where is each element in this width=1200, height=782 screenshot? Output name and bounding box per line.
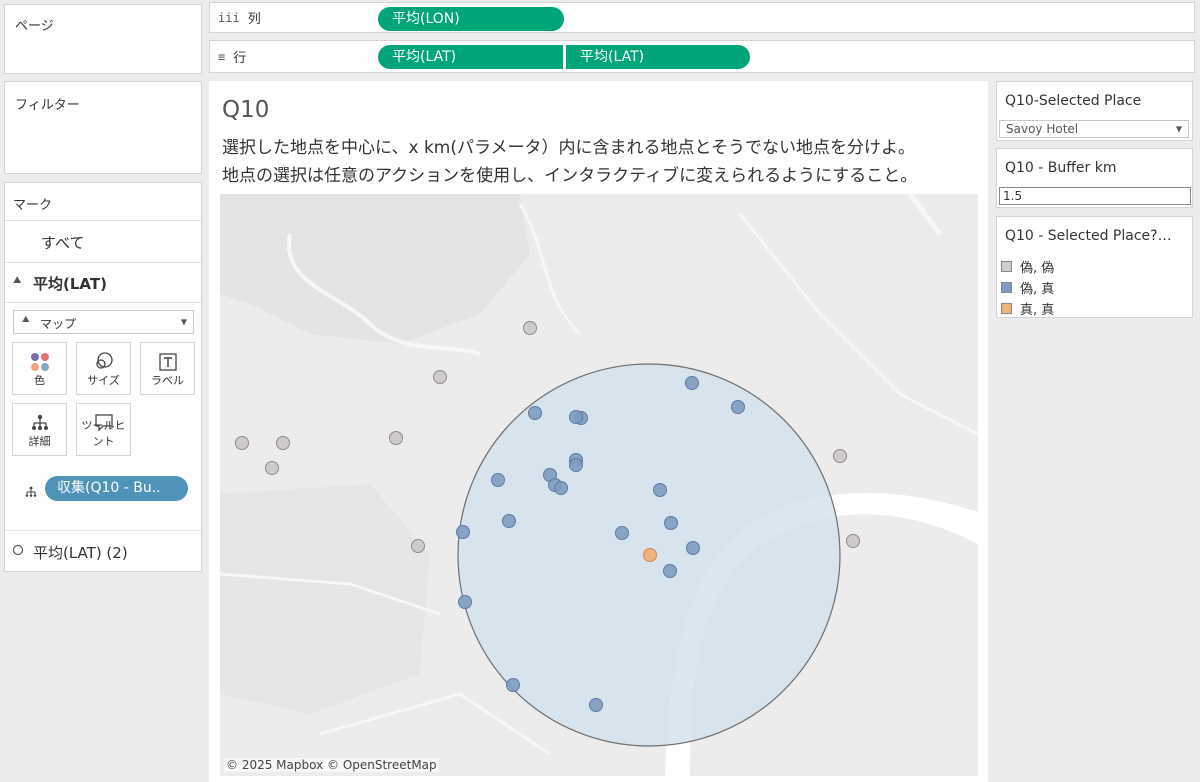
map-point-in-buffer[interactable] — [458, 595, 472, 609]
map-point-in-buffer[interactable] — [663, 564, 677, 578]
columns-label: 列 — [247, 12, 261, 27]
map-point-in-buffer[interactable] — [685, 376, 699, 390]
map-point-in-buffer[interactable] — [589, 698, 603, 712]
detail-button[interactable]: 詳細 — [12, 403, 67, 456]
map-point-in-buffer[interactable] — [664, 516, 678, 530]
map-point-outside[interactable] — [833, 449, 847, 463]
buffer-title: Q10 - Buffer km — [1005, 160, 1117, 176]
marks-all-label: すべて — [41, 234, 85, 252]
legend-label: 真, 真 — [1020, 303, 1055, 318]
color-button[interactable]: 色 — [12, 342, 67, 395]
text-label-icon — [141, 351, 194, 373]
columns-pill-lon[interactable]: 平均(LON) — [378, 7, 564, 31]
description-line-2: 地点の選択は任意のアクションを使用し、インタラクティブに変えられるようにすること… — [222, 166, 918, 186]
map-point-in-buffer[interactable] — [502, 514, 516, 528]
description-line-1: 選択した地点を中心に、x km(パラメータ）内に含まれる地点とそうでない地点を分… — [222, 138, 915, 158]
tooltip-button[interactable]: ツールヒント — [76, 403, 131, 456]
detail-button-label: 詳細 — [28, 435, 51, 448]
columns-icon: iii — [218, 10, 240, 25]
map-point-outside[interactable] — [411, 539, 425, 553]
chevron-down-icon: ▼ — [180, 317, 187, 327]
map-point-outside[interactable] — [523, 321, 537, 335]
map-point-in-buffer[interactable] — [554, 481, 568, 495]
map-point-in-buffer[interactable] — [569, 458, 583, 472]
legend-label: 偽, 偽 — [1020, 261, 1055, 276]
map-point-outside[interactable] — [265, 461, 279, 475]
map-point-outside[interactable] — [433, 370, 447, 384]
map-attribution: © 2025 Mapbox © OpenStreetMap — [224, 758, 439, 772]
legend-card: Q10 - Selected Place?… 偽, 偽 偽, 真 真, 真 — [996, 216, 1193, 318]
size-icon — [77, 351, 130, 373]
legend-swatch — [1001, 282, 1012, 293]
rows-pill-lat-1[interactable]: 平均(LAT) — [378, 45, 563, 69]
color-button-label: 色 — [34, 374, 45, 387]
marks-active-layer: 平均(LAT) — [33, 275, 107, 293]
mark-type-select[interactable]: ⛰ マップ ▼ — [13, 310, 194, 334]
buffer-card: Q10 - Buffer km — [996, 148, 1193, 208]
rows-pill-lat-2[interactable]: 平均(LAT) — [566, 45, 750, 69]
pages-card: ページ — [4, 4, 202, 74]
pages-title: ページ — [15, 19, 54, 34]
map-point-in-buffer[interactable] — [615, 526, 629, 540]
chevron-down-icon: ▼ — [1175, 124, 1182, 134]
marks-title-row: マーク — [5, 183, 201, 221]
label-button-label: ラベル — [151, 374, 184, 387]
sheet-title: Q10 — [222, 97, 270, 123]
legend-item-false-true[interactable]: 偽, 真 — [1001, 278, 1054, 297]
map-point-in-buffer[interactable] — [569, 410, 583, 424]
mark-type-value: マップ — [40, 317, 77, 331]
circle-mark-icon — [13, 545, 23, 555]
columns-shelf[interactable]: iii 列 平均(LON) — [209, 2, 1195, 33]
legend-swatch — [1001, 303, 1012, 314]
legend-label: 偽, 真 — [1020, 282, 1055, 297]
map-view[interactable]: © 2025 Mapbox © OpenStreetMap — [220, 194, 978, 776]
legend-item-true-true[interactable]: 真, 真 — [1001, 299, 1054, 318]
marks-layer-tab[interactable]: ⛰ 平均(LAT) — [5, 263, 201, 303]
map-point-in-buffer[interactable] — [491, 473, 505, 487]
tooltip-button-label: ツールヒント — [81, 419, 126, 448]
map-point-in-buffer[interactable] — [528, 406, 542, 420]
filters-card: フィルター — [4, 81, 202, 174]
map-point-in-buffer[interactable] — [456, 525, 470, 539]
map-point-outside[interactable] — [846, 534, 860, 548]
map-point-outside[interactable] — [276, 436, 290, 450]
marks-second-layer-tab[interactable]: 平均(LAT) (2) — [5, 530, 201, 572]
marks-title: マーク — [13, 198, 53, 213]
detail-pill-icon — [25, 483, 37, 502]
filters-title: フィルター — [15, 98, 80, 113]
map-point-in-buffer[interactable] — [506, 678, 520, 692]
selected-place-title: Q10-Selected Place — [1005, 93, 1142, 109]
color-palette-icon — [13, 351, 66, 373]
legend-title: Q10 - Selected Place?… — [1005, 228, 1172, 244]
map-layer-icon: ⛰ — [13, 275, 22, 286]
detail-icon — [13, 412, 66, 434]
size-button-label: サイズ — [87, 374, 120, 387]
map-point-in-buffer[interactable] — [731, 400, 745, 414]
marks-all-tab[interactable]: すべて — [5, 221, 201, 263]
selected-place-value: Savoy Hotel — [1006, 122, 1079, 136]
map-point-selected[interactable] — [643, 548, 657, 562]
marks-card: マーク すべて ⛰ 平均(LAT) ⛰ マップ ▼ 色 サイズ ラベル 詳細 ツ… — [4, 182, 202, 572]
legend-swatch — [1001, 261, 1012, 272]
rows-label: 行 — [233, 51, 247, 66]
rows-icon: ≡ — [218, 49, 226, 64]
label-button[interactable]: ラベル — [140, 342, 195, 395]
buffer-input[interactable] — [999, 187, 1191, 205]
map-point-in-buffer[interactable] — [653, 483, 667, 497]
size-button[interactable]: サイズ — [76, 342, 131, 395]
map-point-outside[interactable] — [389, 431, 403, 445]
detail-field-pill[interactable]: 収集(Q10 - Bu.. — [45, 476, 188, 501]
map-point-in-buffer[interactable] — [686, 541, 700, 555]
map-mark-icon: ⛰ — [22, 315, 30, 325]
selected-place-card: Q10-Selected Place Savoy Hotel ▼ — [996, 81, 1193, 141]
selected-place-select[interactable]: Savoy Hotel ▼ — [999, 120, 1189, 138]
legend-item-false-false[interactable]: 偽, 偽 — [1001, 257, 1054, 276]
map-canvas[interactable] — [220, 194, 978, 776]
map-point-outside[interactable] — [235, 436, 249, 450]
marks-second-layer-label: 平均(LAT) (2) — [33, 544, 128, 562]
rows-shelf[interactable]: ≡ 行 平均(LAT) 平均(LAT) — [209, 40, 1195, 73]
